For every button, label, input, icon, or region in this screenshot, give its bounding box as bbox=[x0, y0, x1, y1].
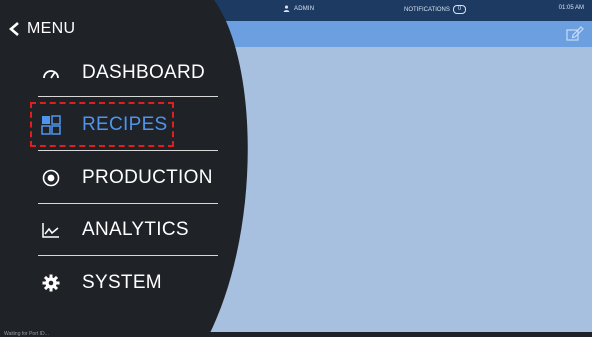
menu-divider bbox=[38, 150, 218, 151]
clock-time: 01:05 AM bbox=[558, 5, 584, 11]
menu-item-label: DASHBOARD bbox=[82, 62, 206, 83]
menu-title: MENU bbox=[27, 20, 76, 37]
chevron-left-icon bbox=[9, 22, 19, 36]
menu-item-production[interactable]: PRODUCTION bbox=[40, 167, 213, 189]
menu-item-label: ANALYTICS bbox=[82, 219, 189, 240]
menu-divider bbox=[38, 96, 218, 97]
connection-status-text: Waiting for Port ID... bbox=[4, 331, 49, 337]
selection-highlight-box bbox=[30, 102, 174, 147]
user-indicator[interactable]: ADMIN bbox=[283, 5, 314, 12]
menu-item-label: PRODUCTION bbox=[82, 167, 213, 188]
menu-toggle-button[interactable]: MENU bbox=[8, 20, 75, 38]
side-menu: MENU DASHBOARD RECIPES PRODUCTION ANALYT… bbox=[0, 0, 270, 337]
menu-item-dashboard[interactable]: DASHBOARD bbox=[40, 62, 205, 84]
user-icon bbox=[283, 5, 290, 12]
edit-icon[interactable] bbox=[566, 25, 584, 41]
notifications-count-badge: 0 bbox=[452, 5, 467, 14]
gear-icon bbox=[40, 272, 62, 294]
menu-item-system[interactable]: SYSTEM bbox=[40, 272, 162, 294]
menu-item-analytics[interactable]: ANALYTICS bbox=[40, 219, 189, 241]
speedometer-icon bbox=[40, 62, 62, 84]
app-screen: ADMIN NOTIFICATIONS 0 01:05 AM MENU DASH… bbox=[0, 0, 592, 337]
user-label: ADMIN bbox=[294, 5, 315, 12]
target-icon bbox=[40, 167, 62, 189]
notifications-indicator[interactable]: NOTIFICATIONS 0 bbox=[404, 5, 467, 14]
menu-divider bbox=[38, 203, 218, 204]
menu-divider bbox=[38, 255, 218, 256]
menu-item-label: SYSTEM bbox=[82, 272, 162, 293]
line-chart-icon bbox=[40, 219, 62, 241]
notifications-label: NOTIFICATIONS bbox=[404, 6, 450, 13]
